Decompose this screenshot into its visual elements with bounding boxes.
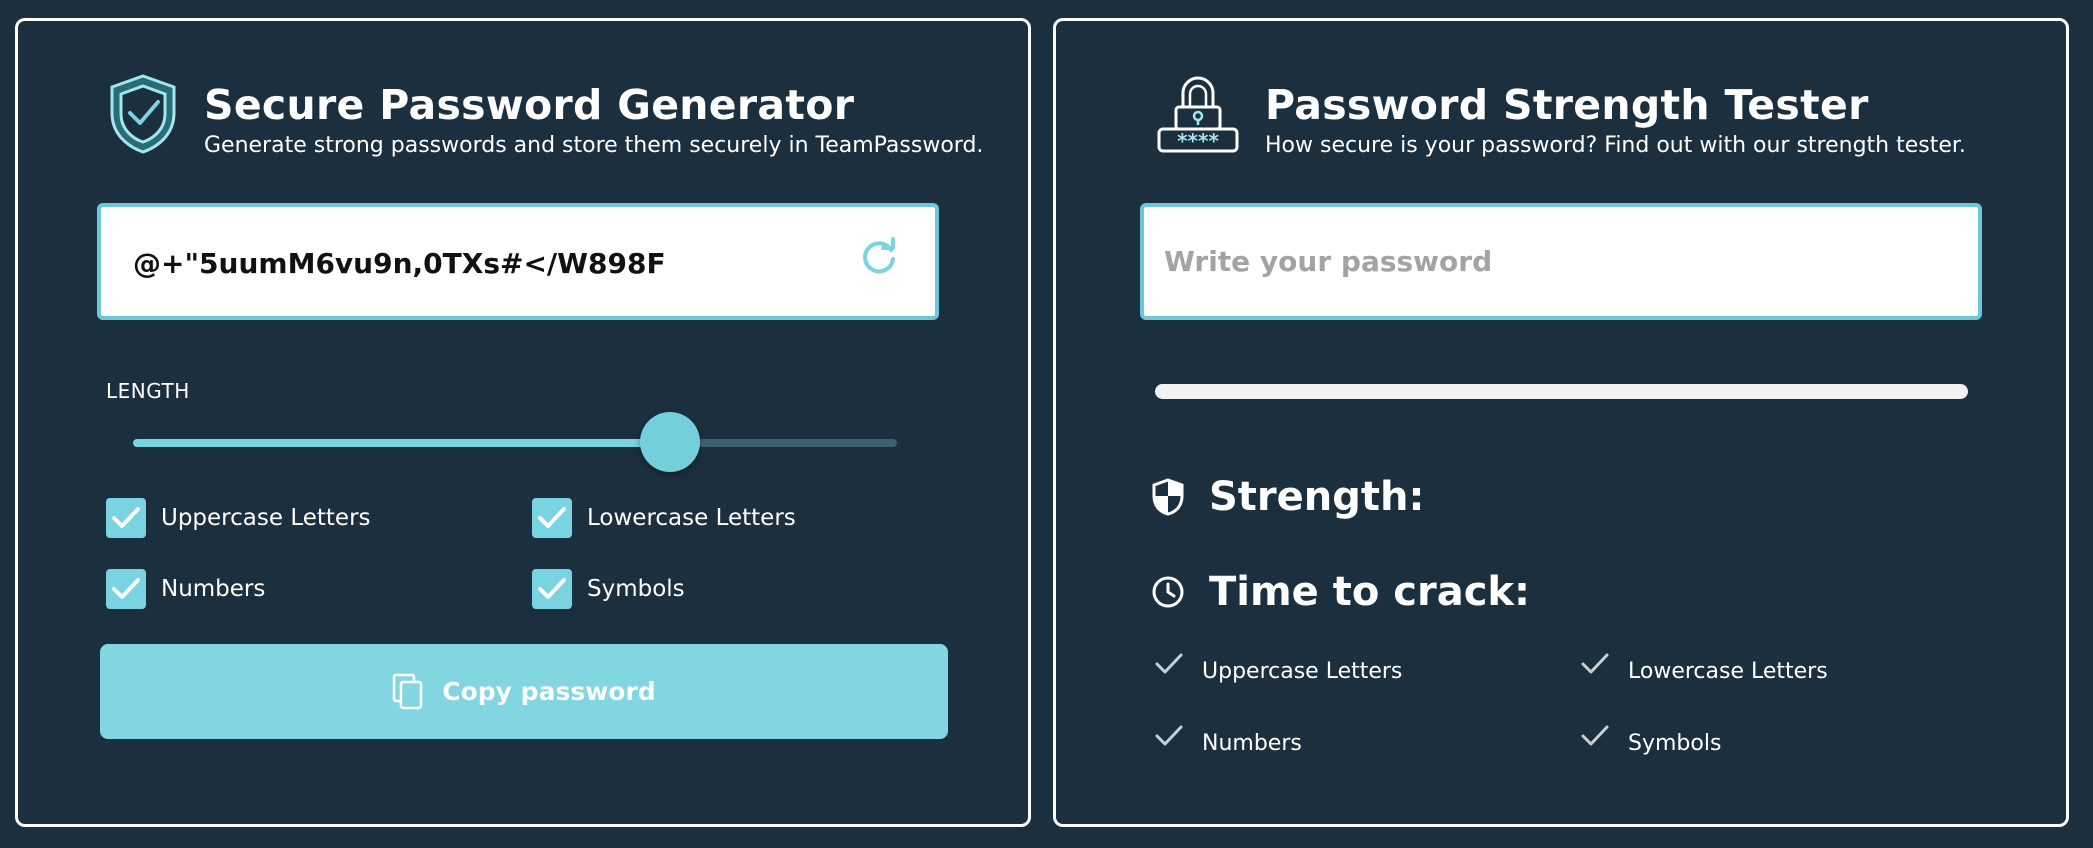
requirement-label: Symbols (1628, 731, 1722, 756)
checkmark-icon (112, 578, 140, 599)
requirement-label: Uppercase Letters (1202, 659, 1403, 684)
checkmark-icon (1581, 725, 1609, 746)
checkbox-symbols[interactable] (532, 569, 572, 609)
refresh-password-button[interactable] (859, 237, 899, 277)
clock-icon (1152, 576, 1184, 608)
generator-subtitle: Generate strong passwords and store them… (204, 133, 984, 158)
copy-password-label: Copy password (442, 677, 656, 706)
option-lowercase[interactable]: Lowercase Letters (532, 498, 796, 538)
copy-icon (393, 673, 423, 709)
checkmark-icon (1155, 725, 1183, 746)
tester-subtitle: How secure is your password? Find out wi… (1265, 133, 1966, 158)
copy-password-button[interactable]: Copy password (100, 644, 948, 739)
option-label: Lowercase Letters (587, 505, 796, 531)
checkbox-numbers[interactable] (106, 569, 146, 609)
checkmark-icon (538, 578, 566, 599)
generator-title: Secure Password Generator (204, 81, 855, 129)
length-slider-thumb[interactable] (640, 412, 701, 472)
requirement-uppercase: Uppercase Letters (1154, 652, 1402, 684)
strength-row: Strength: (1151, 474, 1425, 520)
padlock-password-icon: **** (1156, 71, 1240, 159)
length-label: LENGTH (106, 379, 190, 403)
password-input-box[interactable] (1140, 203, 1982, 320)
tester-title: Password Strength Tester (1265, 81, 1869, 129)
requirement-label: Numbers (1202, 731, 1302, 756)
checkbox-uppercase[interactable] (106, 498, 146, 538)
time-to-crack-label: Time to crack: (1209, 569, 1530, 615)
option-uppercase[interactable]: Uppercase Letters (106, 498, 371, 538)
checkmark-icon (538, 507, 566, 528)
strength-label: Strength: (1209, 474, 1425, 520)
password-strength-tester-panel: **** Password Strength Tester How secure… (1053, 18, 2069, 827)
option-label: Symbols (587, 576, 685, 602)
shield-check-icon (108, 73, 178, 159)
refresh-icon (863, 237, 895, 274)
requirement-symbols: Symbols (1580, 724, 1721, 756)
password-input[interactable] (1144, 207, 1978, 316)
checkmark-icon (112, 507, 140, 528)
password-generator-panel: Secure Password Generator Generate stron… (15, 18, 1031, 827)
length-slider-fill (133, 439, 671, 447)
option-symbols[interactable]: Symbols (532, 569, 685, 609)
option-label: Numbers (161, 576, 266, 602)
strength-meter (1155, 384, 1968, 399)
checkmark-icon (1581, 653, 1609, 674)
requirement-lowercase: Lowercase Letters (1580, 652, 1828, 684)
length-slider[interactable] (133, 412, 897, 472)
checkmark-icon (1155, 653, 1183, 674)
svg-text:****: **** (1177, 129, 1219, 153)
option-label: Uppercase Letters (161, 505, 371, 531)
option-numbers[interactable]: Numbers (106, 569, 265, 609)
generated-password-box[interactable]: @+"5uumM6vu9n,0TXs#</W898F (97, 203, 939, 320)
shield-icon (1152, 478, 1184, 516)
generated-password[interactable]: @+"5uumM6vu9n,0TXs#</W898F (133, 247, 666, 280)
requirement-numbers: Numbers (1154, 724, 1302, 756)
requirement-label: Lowercase Letters (1628, 659, 1828, 684)
time-to-crack-row: Time to crack: (1151, 569, 1530, 615)
checkbox-lowercase[interactable] (532, 498, 572, 538)
